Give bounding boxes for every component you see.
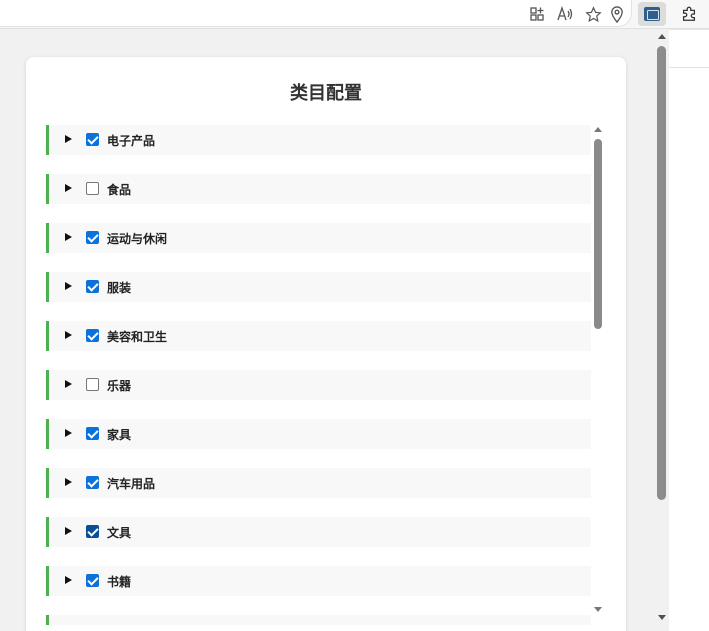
scroll-down-arrow-icon[interactable] (658, 615, 666, 620)
category-checkbox[interactable] (86, 574, 99, 587)
category-label: 书籍 (107, 575, 132, 589)
expand-triangle-icon[interactable] (65, 478, 72, 486)
browser-toolbar (0, 0, 709, 28)
favorite-star-icon[interactable] (583, 4, 603, 24)
category-checkbox[interactable] (86, 280, 99, 293)
popup-scrollbar[interactable] (655, 29, 669, 631)
expand-triangle-icon[interactable] (65, 331, 72, 339)
scroll-down-arrow-icon[interactable] (594, 607, 602, 612)
category-row[interactable]: 家具 (46, 419, 591, 449)
extension-active-icon[interactable] (638, 2, 666, 26)
page-divider (669, 67, 709, 68)
app-grid-icon[interactable] (527, 4, 547, 24)
category-label: 汽车用品 (107, 477, 156, 491)
expand-triangle-icon[interactable] (65, 527, 72, 535)
category-list-scrollbar[interactable] (592, 125, 604, 617)
category-row[interactable]: 文具 (46, 517, 591, 547)
category-list[interactable]: 电子产品食品运动与休闲服装美容和卫生乐器家具汽车用品文具书籍 (46, 125, 591, 625)
category-checkbox[interactable] (86, 231, 99, 244)
page-title: 类目配置 (290, 83, 362, 104)
expand-triangle-icon[interactable] (65, 282, 72, 290)
category-label: 乐器 (107, 379, 132, 393)
category-row[interactable]: 汽车用品 (46, 468, 591, 498)
category-label: 文具 (107, 526, 132, 540)
category-checkbox[interactable] (86, 182, 99, 195)
category-config-panel: 类目配置 电子产品食品运动与休闲服装美容和卫生乐器家具汽车用品文具书籍 (26, 57, 626, 631)
category-label: 服装 (107, 281, 132, 295)
scroll-up-arrow-icon[interactable] (594, 127, 602, 132)
category-checkbox[interactable] (86, 525, 99, 538)
expand-triangle-icon[interactable] (65, 184, 72, 192)
category-label: 电子产品 (107, 134, 156, 148)
page-side-area (669, 29, 709, 631)
category-label: 家具 (107, 428, 132, 442)
expand-triangle-icon[interactable] (65, 380, 72, 388)
category-label: 食品 (107, 183, 132, 197)
scroll-up-arrow-icon[interactable] (658, 34, 666, 39)
expand-triangle-icon[interactable] (65, 233, 72, 241)
category-label: 美容和卫生 (107, 330, 168, 344)
category-row[interactable]: 乐器 (46, 370, 591, 400)
category-row[interactable]: 服装 (46, 272, 591, 302)
category-row[interactable]: 运动与休闲 (46, 223, 591, 253)
expand-triangle-icon[interactable] (65, 135, 72, 143)
extension-logo-icon (644, 7, 660, 21)
category-row[interactable]: 书籍 (46, 566, 591, 596)
category-row[interactable]: 美容和卫生 (46, 321, 591, 351)
category-checkbox[interactable] (86, 133, 99, 146)
category-row-partial[interactable] (46, 615, 591, 625)
category-checkbox[interactable] (86, 427, 99, 440)
category-row[interactable]: 电子产品 (46, 125, 591, 155)
expand-triangle-icon[interactable] (65, 429, 72, 437)
category-checkbox[interactable] (86, 476, 99, 489)
read-aloud-icon[interactable] (555, 4, 575, 24)
category-label: 运动与休闲 (107, 232, 168, 246)
location-pin-icon[interactable] (607, 4, 627, 24)
category-checkbox[interactable] (86, 378, 99, 391)
scrollbar-thumb[interactable] (594, 139, 602, 329)
category-row[interactable]: 食品 (46, 174, 591, 204)
extensions-puzzle-icon[interactable] (679, 4, 699, 24)
expand-triangle-icon[interactable] (65, 576, 72, 584)
category-checkbox[interactable] (86, 329, 99, 342)
scrollbar-thumb[interactable] (657, 46, 666, 500)
